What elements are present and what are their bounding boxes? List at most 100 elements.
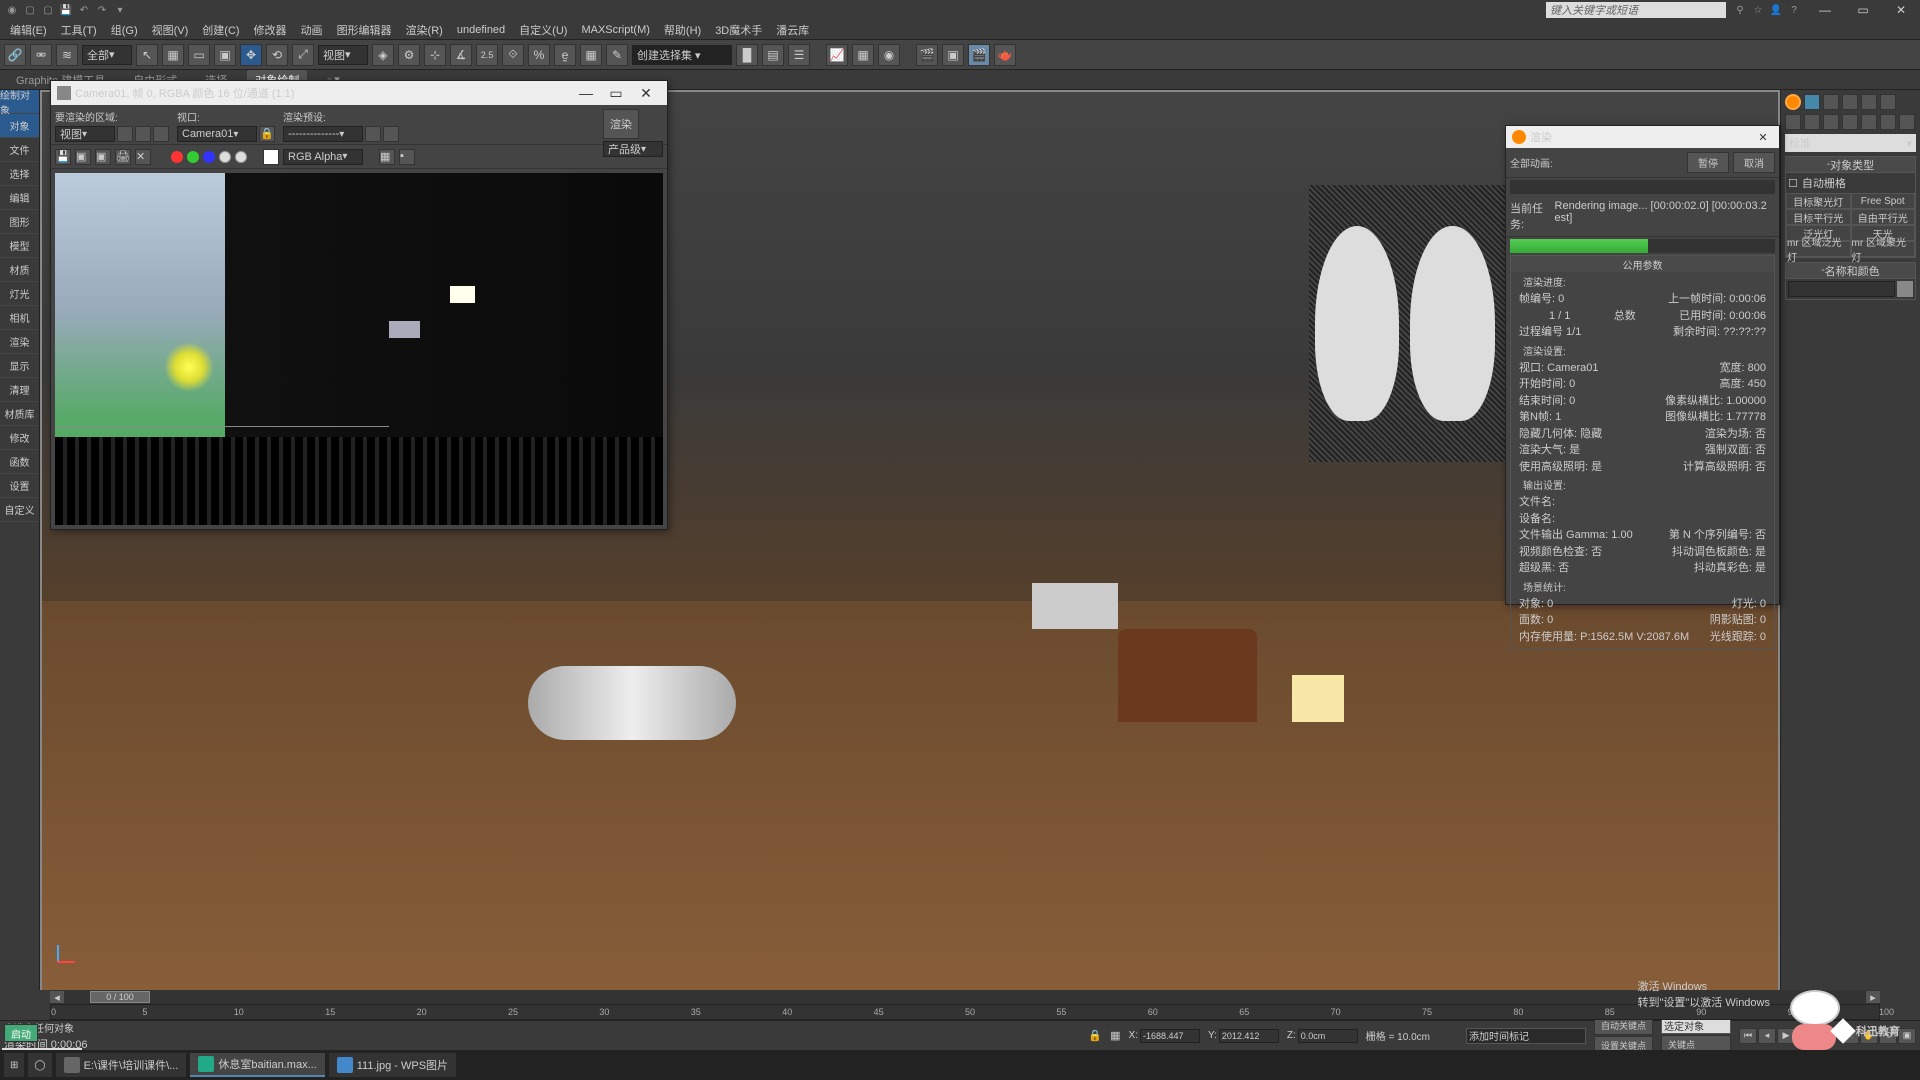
- save-image-icon[interactable]: 💾: [55, 149, 71, 165]
- btn-mr-spot[interactable]: mr 区域聚光灯: [1851, 241, 1916, 257]
- coord-sys-icon[interactable]: ▦: [1110, 1029, 1120, 1042]
- time-tag-input[interactable]: 添加时间标记: [1466, 1028, 1586, 1044]
- search-input[interactable]: 键入关键字或短语: [1546, 2, 1726, 18]
- z-coord-input[interactable]: 0.0cm: [1298, 1029, 1358, 1043]
- create-tab-icon[interactable]: [1785, 94, 1801, 110]
- menu-help[interactable]: 帮助(H): [658, 20, 707, 40]
- nav-max-icon[interactable]: ▣: [1898, 1028, 1916, 1044]
- autogrid-checkbox[interactable]: ☐: [1788, 177, 1798, 190]
- minimize-button[interactable]: —: [1810, 2, 1840, 18]
- time-handle[interactable]: 0 / 100: [90, 991, 150, 1003]
- toggle1-icon[interactable]: ▦: [379, 149, 395, 165]
- btn-free-spot[interactable]: Free Spot: [1851, 193, 1916, 209]
- mono-channel-icon[interactable]: [235, 151, 247, 163]
- shape-cat-icon[interactable]: [1804, 114, 1820, 130]
- taskbar-3dsmax[interactable]: 休息室baitian.max...: [190, 1053, 324, 1077]
- window-crossing-icon[interactable]: ▣: [214, 44, 236, 66]
- area-select[interactable]: 视图 ▾: [55, 126, 115, 142]
- taskbar-wps[interactable]: 111.jpg - WPS图片: [329, 1053, 456, 1077]
- curve-editor-icon[interactable]: 📈: [826, 44, 848, 66]
- preset-btn2[interactable]: [383, 126, 399, 142]
- copy-image-icon[interactable]: ▣: [75, 149, 91, 165]
- bg-swatch[interactable]: [263, 149, 279, 165]
- lock-status-icon[interactable]: 🔒: [1088, 1029, 1102, 1042]
- selection-filter[interactable]: 全部 ▾: [82, 45, 132, 65]
- preset-btn1[interactable]: [365, 126, 381, 142]
- menu-create[interactable]: 创建(C): [196, 20, 245, 40]
- btn-target-direct[interactable]: 目标平行光: [1786, 209, 1851, 225]
- goto-start-icon[interactable]: ⏮: [1739, 1028, 1757, 1044]
- camera-cat-icon[interactable]: [1842, 114, 1858, 130]
- percent-icon[interactable]: %: [528, 44, 550, 66]
- scale-icon[interactable]: ⤢: [292, 44, 314, 66]
- product-select[interactable]: 产品级 ▾: [603, 141, 663, 157]
- display-tab-icon[interactable]: [1861, 94, 1877, 110]
- menu-anim[interactable]: 动画: [295, 20, 329, 40]
- lp-modify[interactable]: 修改: [0, 426, 39, 450]
- move-icon[interactable]: ✥: [240, 44, 262, 66]
- lp-paint[interactable]: 绘制对象: [0, 90, 39, 114]
- alpha-channel-icon[interactable]: [219, 151, 231, 163]
- red-channel-icon[interactable]: [171, 151, 183, 163]
- name-color-header[interactable]: - 名称和颜色: [1786, 263, 1915, 279]
- render-frame-icon[interactable]: ▣: [942, 44, 964, 66]
- helper-cat-icon[interactable]: [1861, 114, 1877, 130]
- teapot-icon[interactable]: 🫖: [994, 44, 1016, 66]
- lp-file[interactable]: 文件: [0, 138, 39, 162]
- angle-snap-icon[interactable]: ∡: [450, 44, 472, 66]
- open-icon[interactable]: ▢: [40, 2, 56, 18]
- material-icon[interactable]: ◉: [878, 44, 900, 66]
- layer-icon[interactable]: ☰: [788, 44, 810, 66]
- btn-mr-omni[interactable]: mr 区域泛光灯: [1786, 241, 1851, 257]
- manip-icon[interactable]: ⚙: [398, 44, 420, 66]
- space-cat-icon[interactable]: [1880, 114, 1896, 130]
- common-params-header[interactable]: 公用参数: [1511, 256, 1774, 272]
- schematic-icon[interactable]: ▦: [852, 44, 874, 66]
- start-menu-button[interactable]: ⊞: [4, 1053, 24, 1077]
- named-sel-icon[interactable]: ▦: [580, 44, 602, 66]
- eo-icon[interactable]: ḛ: [554, 44, 576, 66]
- lp-material[interactable]: 材质: [0, 258, 39, 282]
- channel-select[interactable]: RGB Alpha ▾: [283, 149, 363, 165]
- area-btn2[interactable]: [135, 126, 151, 142]
- brush-icon[interactable]: ✎: [606, 44, 628, 66]
- lp-model[interactable]: 模型: [0, 234, 39, 258]
- time-slider[interactable]: ◂ 0 / 100 ▸: [50, 990, 1880, 1004]
- area-btn3[interactable]: [153, 126, 169, 142]
- link-icon[interactable]: 🔗: [4, 44, 26, 66]
- progress-titlebar[interactable]: 渲染 ✕: [1506, 126, 1779, 148]
- menu-render[interactable]: 渲染(R): [400, 20, 449, 40]
- close-button[interactable]: ✕: [1886, 2, 1916, 18]
- menu-modifier[interactable]: 修改器: [248, 20, 293, 40]
- object-type-header[interactable]: - 对象类型: [1786, 157, 1915, 173]
- modify-tab-icon[interactable]: [1804, 94, 1820, 110]
- menu-maxscript[interactable]: MAXScript(M): [575, 22, 655, 38]
- progress-close-button[interactable]: ✕: [1753, 131, 1773, 144]
- area-btn1[interactable]: [117, 126, 133, 142]
- lock-icon[interactable]: 🔒: [259, 126, 275, 142]
- object-color-swatch[interactable]: [1897, 281, 1913, 297]
- help-icon[interactable]: ?: [1786, 2, 1802, 18]
- system-cat-icon[interactable]: [1899, 114, 1915, 130]
- menu-group[interactable]: 组(G): [105, 20, 144, 40]
- btn-target-spot[interactable]: 目标聚光灯: [1786, 193, 1851, 209]
- render-setup-icon[interactable]: 🎬: [916, 44, 938, 66]
- object-name-input[interactable]: [1788, 281, 1895, 297]
- lp-clean[interactable]: 清理: [0, 378, 39, 402]
- taskbar-explorer[interactable]: E:\课件\培训课件\...: [56, 1053, 187, 1077]
- connect-icon[interactable]: ⚲: [1732, 2, 1748, 18]
- menu-undefined[interactable]: undefined: [451, 22, 511, 38]
- pause-button[interactable]: 暂停: [1687, 152, 1729, 173]
- save-icon[interactable]: 💾: [58, 2, 74, 18]
- render-button[interactable]: 渲染: [603, 109, 639, 139]
- render-window-titlebar[interactable]: Camera01, 帧 0, RGBA 颜色 16 位/通道 (1:1) — ▭…: [51, 81, 667, 105]
- pivot-icon[interactable]: ◈: [372, 44, 394, 66]
- slider-prev-icon[interactable]: ◂: [50, 991, 64, 1003]
- cortana-icon[interactable]: ◯: [28, 1053, 51, 1077]
- select-region-icon[interactable]: ▭: [188, 44, 210, 66]
- blue-channel-icon[interactable]: [203, 151, 215, 163]
- menu-view[interactable]: 视图(V): [146, 20, 195, 40]
- btn-free-direct[interactable]: 自由平行光: [1851, 209, 1916, 225]
- x-coord-input[interactable]: -1688.447: [1140, 1029, 1200, 1043]
- menu-3dmagic[interactable]: 3D魔术手: [709, 20, 768, 40]
